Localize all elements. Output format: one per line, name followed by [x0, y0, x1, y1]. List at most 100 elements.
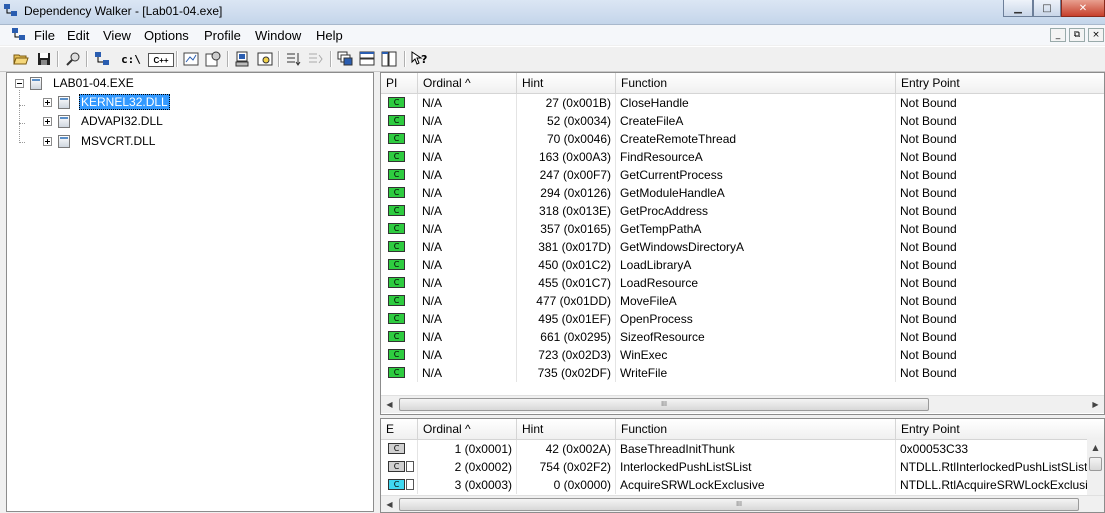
import-row[interactable]: C N/A 455 (0x01C7) LoadResource Not Bound	[381, 274, 1104, 292]
exports-vertical-scrollbar[interactable]: ▲	[1087, 439, 1104, 495]
exports-header: E Ordinal ^ Hint Function Entry Point	[381, 419, 1104, 440]
exports-horizontal-scrollbar[interactable]: ◀ III	[381, 495, 1104, 512]
svg-text:?: ?	[421, 53, 427, 66]
tree-item-msvcrt[interactable]: MSVCRT.DLL	[43, 132, 156, 150]
imports-horizontal-scrollbar[interactable]: ◀ III ▶	[381, 395, 1104, 413]
scroll-thumb[interactable]: III	[399, 498, 1079, 511]
ordinal-cell: N/A	[418, 94, 517, 112]
find-icon[interactable]	[64, 50, 82, 68]
import-row[interactable]: C N/A 247 (0x00F7) GetCurrentProcess Not Bou…	[381, 166, 1104, 184]
window-title: Dependency Walker - [Lab01-04.exe]	[24, 4, 223, 18]
ordinal-cell: N/A	[418, 346, 517, 364]
entry-point-cell: Not Bound	[900, 150, 957, 164]
function-cell: MoveFileA	[616, 292, 896, 310]
menu-options[interactable]: Options	[144, 28, 189, 43]
imports-list[interactable]: PI Ordinal ^ Hint Function Entry Point C…	[380, 72, 1105, 415]
col-entry-point-header[interactable]: Entry Point	[896, 419, 1104, 439]
mdi-restore-button[interactable]: ⧉	[1069, 28, 1085, 42]
c-function-import-icon: C	[388, 187, 405, 198]
module-tree[interactable]: LAB01-04.EXE KERNEL32.DLL ADVAPI32.DLL M…	[6, 72, 374, 512]
import-row[interactable]: C N/A 735 (0x02DF) WriteFile Not Bound	[381, 364, 1104, 382]
hint-cell: 661 (0x0295)	[517, 328, 616, 346]
import-row[interactable]: C N/A 495 (0x01EF) OpenProcess Not Bound	[381, 310, 1104, 328]
mdi-document-icon[interactable]	[12, 28, 26, 42]
mdi-minimize-button[interactable]: _	[1050, 28, 1066, 42]
save-icon[interactable]	[35, 50, 53, 68]
import-row[interactable]: C N/A 163 (0x00A3) FindResourceA Not Bound	[381, 148, 1104, 166]
expand-icon[interactable]	[43, 136, 52, 146]
cascade-icon[interactable]	[336, 50, 354, 68]
minimize-button[interactable]: ▁	[1003, 0, 1033, 17]
mdi-close-button[interactable]: ×	[1088, 28, 1104, 42]
col-function-header[interactable]: Function	[616, 419, 896, 439]
view-module-icon[interactable]	[256, 50, 274, 68]
hint-cell: 754 (0x02F2)	[517, 458, 616, 476]
import-row[interactable]: C N/A 52 (0x0034) CreateFileA Not Bound	[381, 112, 1104, 130]
import-row[interactable]: C N/A 27 (0x001B) CloseHandle Not Bound	[381, 94, 1104, 112]
col-function-header[interactable]: Function	[616, 73, 896, 93]
menu-help[interactable]: Help	[316, 28, 343, 43]
undecorate-cpp-icon[interactable]: C++	[148, 53, 174, 67]
scroll-left-arrow-icon[interactable]: ◀	[381, 396, 398, 413]
col-pi-header[interactable]: PI	[381, 73, 418, 93]
scroll-thumb[interactable]: III	[399, 398, 929, 411]
menu-file[interactable]: File	[34, 28, 55, 43]
col-e-header[interactable]: E	[381, 419, 418, 439]
import-row[interactable]: C N/A 450 (0x01C2) LoadLibraryA Not Bound	[381, 256, 1104, 274]
import-row[interactable]: C N/A 357 (0x0165) GetTempPathA Not Bound	[381, 220, 1104, 238]
menu-view[interactable]: View	[103, 28, 131, 43]
ordinal-cell: 1 (0x0001)	[418, 440, 517, 458]
import-row[interactable]: C N/A 70 (0x0046) CreateRemoteThread Not Bou…	[381, 130, 1104, 148]
menu-edit[interactable]: Edit	[67, 28, 89, 43]
scroll-up-arrow-icon[interactable]: ▲	[1087, 439, 1104, 456]
help-icon[interactable]: ?	[410, 50, 428, 68]
ordinal-cell: N/A	[418, 274, 517, 292]
full-paths-icon[interactable]: c:\	[120, 50, 142, 68]
forwarded-export-icon	[406, 479, 414, 490]
expand-icon[interactable]	[43, 97, 52, 107]
scroll-right-arrow-icon[interactable]: ▶	[1087, 396, 1104, 413]
vertical-scroll-thumb[interactable]	[1089, 457, 1102, 471]
sort-icon[interactable]	[284, 50, 302, 68]
menu-window[interactable]: Window	[255, 28, 301, 43]
export-row[interactable]: C 3 (0x0003) 0 (0x0000) AcquireSRWLockExclu…	[381, 476, 1089, 494]
maximize-button[interactable]: □	[1033, 0, 1061, 17]
c-function-import-icon: C	[388, 133, 405, 144]
import-row[interactable]: C N/A 723 (0x02D3) WinExec Not Bound	[381, 346, 1104, 364]
close-button[interactable]: ✕	[1061, 0, 1105, 17]
copy-icon[interactable]	[93, 50, 111, 68]
menu-profile[interactable]: Profile	[204, 28, 241, 43]
col-hint-header[interactable]: Hint	[517, 73, 616, 93]
imports-header: PI Ordinal ^ Hint Function Entry Point	[381, 73, 1104, 94]
tree-item-advapi32[interactable]: ADVAPI32.DLL	[43, 112, 164, 130]
export-row[interactable]: C 1 (0x0001) 42 (0x002A) BaseThreadInitThun…	[381, 440, 1089, 458]
configure-search-icon[interactable]	[306, 50, 324, 68]
import-row[interactable]: C N/A 381 (0x017D) GetWindowsDirectoryA Not …	[381, 238, 1104, 256]
entry-point-cell: NTDLL.RtlInterlockedPushListSList	[900, 460, 1088, 474]
ordinal-cell: N/A	[418, 184, 517, 202]
export-row[interactable]: C 2 (0x0002) 754 (0x02F2) InterlockedPushLi…	[381, 458, 1089, 476]
auto-expand-icon[interactable]	[182, 50, 200, 68]
import-row[interactable]: C N/A 477 (0x01DD) MoveFileA Not Bound	[381, 292, 1104, 310]
col-hint-header[interactable]: Hint	[517, 419, 616, 439]
entry-point-cell: Not Bound	[900, 132, 957, 146]
exports-list[interactable]: E Ordinal ^ Hint Function Entry Point C 1…	[380, 418, 1105, 513]
col-entry-point-header[interactable]: Entry Point	[896, 73, 1104, 93]
import-row[interactable]: C N/A 661 (0x0295) SizeofResource Not Bound	[381, 328, 1104, 346]
col-ordinal-header[interactable]: Ordinal ^	[418, 419, 517, 439]
ordinal-cell: N/A	[418, 328, 517, 346]
collapse-icon[interactable]	[15, 78, 24, 88]
scroll-left-arrow-icon[interactable]: ◀	[381, 496, 398, 512]
col-ordinal-header[interactable]: Ordinal ^	[418, 73, 517, 93]
tile-vertical-icon[interactable]	[380, 50, 398, 68]
import-row[interactable]: C N/A 294 (0x0126) GetModuleHandleA Not Boun…	[381, 184, 1104, 202]
expand-icon[interactable]	[43, 116, 52, 126]
open-icon[interactable]	[12, 50, 30, 68]
tree-root-item[interactable]: LAB01-04.EXE	[15, 74, 135, 92]
tile-horizontal-icon[interactable]	[358, 50, 376, 68]
system-info-icon[interactable]	[233, 50, 251, 68]
tree-item-kernel32[interactable]: KERNEL32.DLL	[43, 93, 170, 111]
properties-icon[interactable]	[204, 50, 222, 68]
tree-item-label: KERNEL32.DLL	[79, 94, 170, 110]
import-row[interactable]: C N/A 318 (0x013E) GetProcAddress Not Bound	[381, 202, 1104, 220]
